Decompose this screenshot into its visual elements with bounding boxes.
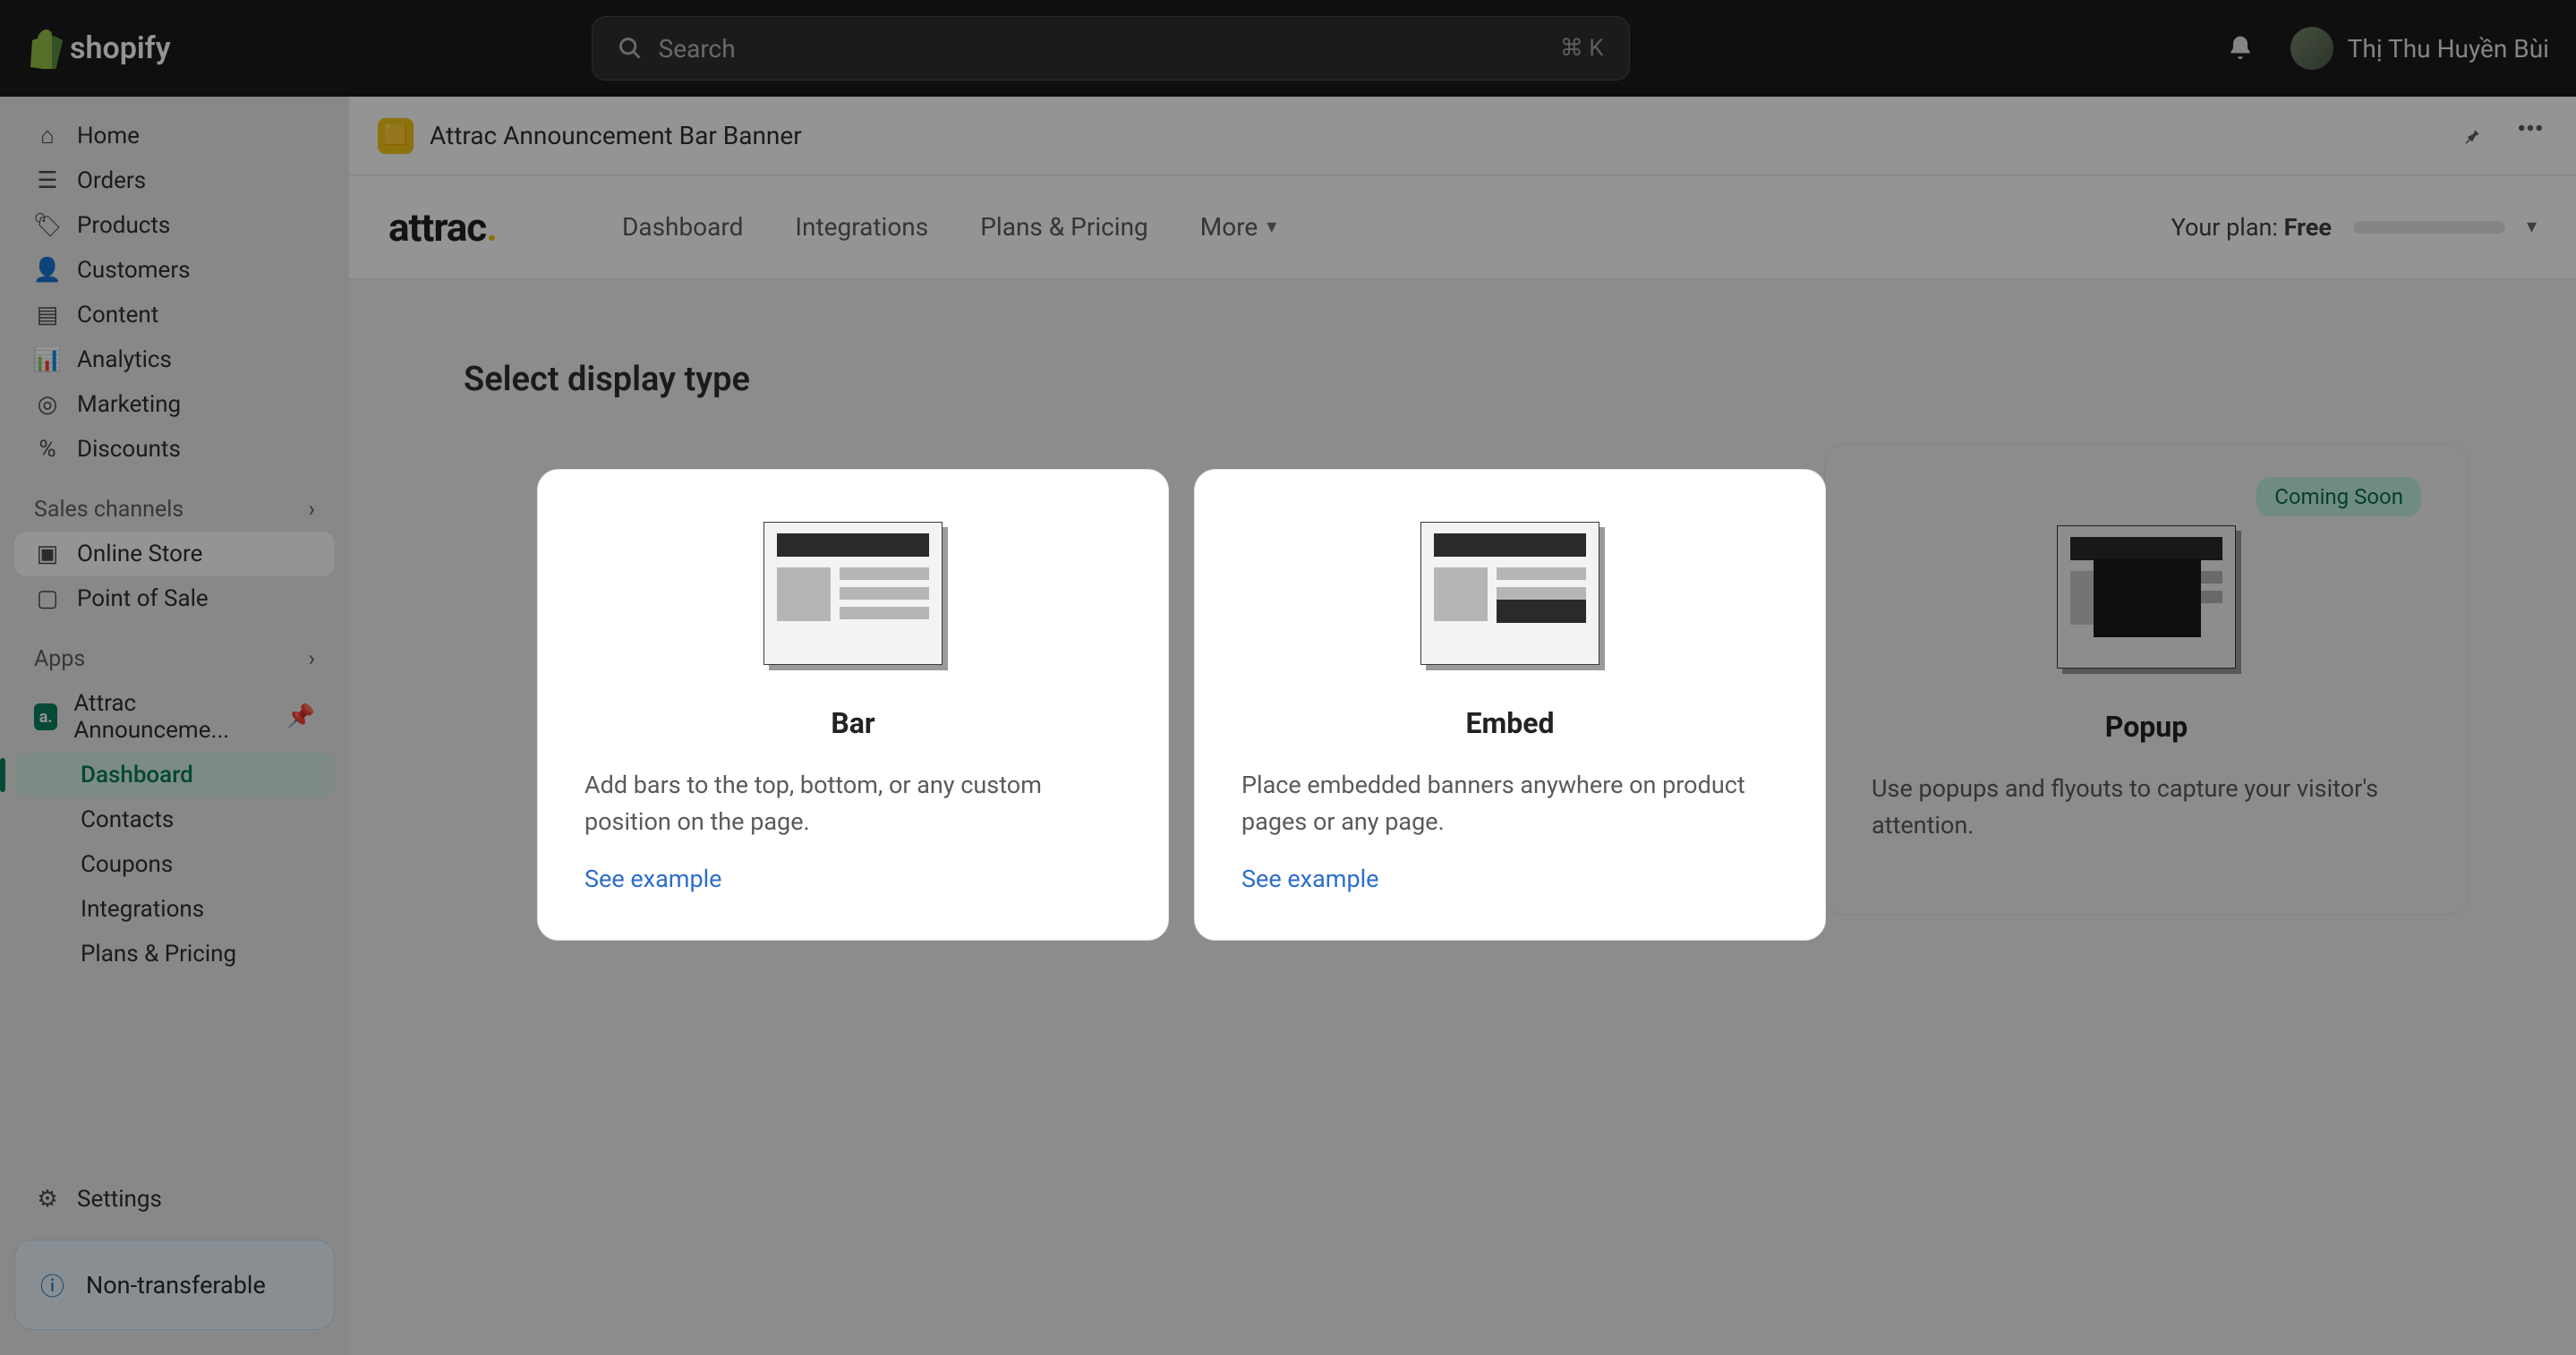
person-icon: 👤 [34,257,61,284]
notifications-icon[interactable] [2226,34,2255,63]
card-popup-desc: Use popups and flyouts to capture your v… [1872,771,2421,843]
sidebar-app-attrac[interactable]: a. Attrac Announceme... 📌 [14,681,335,753]
tab-integrations[interactable]: Integrations [795,212,928,242]
content-icon: ▤ [34,302,61,328]
chevron-down-icon: ▾ [2527,216,2537,238]
attrac-app-icon: a. [34,703,57,730]
topbar: shopify Search ⌘ K Thị Thu Huyền Bùi [0,0,2576,97]
more-button[interactable] [2513,119,2547,153]
page-title: Select display type [464,360,2469,399]
home-icon: ⌂ [34,122,61,149]
shopify-bag-icon [27,28,63,69]
sidebar-subnav-coupons[interactable]: Coupons [14,842,335,887]
sidebar-subnav-plans[interactable]: Plans & Pricing [14,932,335,976]
plan-usage-bar [2353,221,2505,234]
orders-icon: ☰ [34,167,61,194]
coming-soon-badge: Coming Soon [2256,477,2421,516]
sidebar-channel-pos[interactable]: ▢Point of Sale [14,576,335,621]
app-header: 🟨 Attrac Announcement Bar Banner [349,97,2576,175]
sidebar-item-products[interactable]: 🏷Products [14,203,335,248]
search-shortcut-hint: ⌘ K [1560,35,1604,62]
card-bar-title: Bar [831,706,874,740]
bar-thumb [763,522,943,665]
sidebar-item-analytics[interactable]: 📊Analytics [14,337,335,382]
sidebar: ⌂Home ☰Orders 🏷Products 👤Customers ▤Cont… [0,97,349,1355]
pin-icon [2460,124,2483,148]
search-placeholder: Search [659,34,736,64]
tab-dashboard[interactable]: Dashboard [622,212,743,242]
non-transferable-badge: ⓘ Non-transferable [14,1240,335,1330]
sidebar-item-marketing[interactable]: ◎Marketing [14,382,335,427]
chevron-down-icon: ▾ [1267,216,1276,238]
pin-button[interactable] [2454,119,2488,153]
popup-thumb [2057,525,2236,669]
card-popup: Coming Soon Popup Use popups and flyouts… [1824,444,2469,916]
shopify-wordmark: shopify [70,30,171,66]
analytics-icon: 📊 [34,346,61,373]
sidebar-item-settings[interactable]: ⚙Settings [14,1177,335,1222]
card-bar-desc: Add bars to the top, bottom, or any cust… [584,767,1122,839]
sidebar-item-customers[interactable]: 👤Customers [14,248,335,293]
attrac-brand: attrac. [388,204,497,251]
app-nav: attrac. Dashboard Integrations Plans & P… [349,175,2576,279]
user-name: Thị Thu Huyền Bùi [2348,34,2549,64]
discount-icon: % [34,436,61,463]
embed-thumb [1420,522,1599,665]
pos-icon: ▢ [34,585,61,612]
tag-icon: 🏷 [34,212,61,239]
apps-header[interactable]: Apps › [14,621,335,681]
info-icon: ⓘ [40,1267,64,1302]
shopify-logo: shopify [27,28,171,69]
card-embed[interactable]: Embed Place embedded banners anywhere on… [1194,469,1826,941]
chevron-right-icon: › [308,646,315,672]
avatar [2290,27,2333,70]
card-bar-link[interactable]: See example [584,865,721,893]
search-input[interactable]: Search ⌘ K [592,16,1630,81]
sidebar-item-home[interactable]: ⌂Home [14,113,335,158]
more-icon [2519,124,2542,132]
app-title: Attrac Announcement Bar Banner [430,121,802,150]
card-bar[interactable]: Bar Add bars to the top, bottom, or any … [537,469,1169,941]
sidebar-item-orders[interactable]: ☰Orders [14,158,335,203]
target-icon: ◎ [34,391,61,418]
card-embed-desc: Place embedded banners anywhere on produ… [1241,767,1778,839]
tab-more[interactable]: More▾ [1200,212,1277,242]
pin-icon[interactable]: 📌 [286,703,315,730]
tab-plans[interactable]: Plans & Pricing [980,212,1148,242]
sales-channels-header[interactable]: Sales channels › [14,472,335,532]
sidebar-subnav-integrations[interactable]: Integrations [14,887,335,932]
chevron-right-icon: › [308,497,315,523]
attrac-header-icon: 🟨 [378,118,414,154]
card-embed-link[interactable]: See example [1241,865,1378,893]
sidebar-subnav-dashboard[interactable]: Dashboard [14,753,335,797]
gear-icon: ⚙ [34,1186,61,1213]
card-embed-title: Embed [1465,706,1554,740]
card-popup-title: Popup [2105,710,2188,744]
sidebar-channel-online-store[interactable]: ▣Online Store [14,532,335,576]
user-menu[interactable]: Thị Thu Huyền Bùi [2290,27,2549,70]
sidebar-subnav-contacts[interactable]: Contacts [14,797,335,842]
search-icon [618,36,643,61]
sidebar-item-discounts[interactable]: %Discounts [14,427,335,472]
store-icon: ▣ [34,541,61,567]
plan-indicator[interactable]: Your plan: Free ▾ [2171,213,2537,242]
sidebar-item-content[interactable]: ▤Content [14,293,335,337]
